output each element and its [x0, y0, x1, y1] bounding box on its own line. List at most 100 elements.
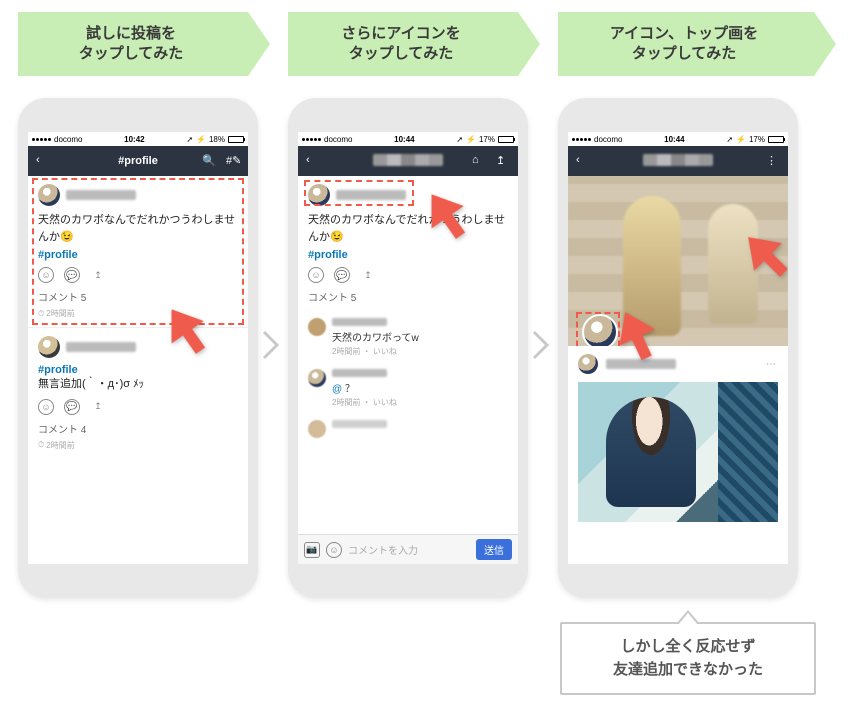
phone-1-screen: docomo 10:42 ➚ ⚡ 18% ‹ #profile 🔍 #✎: [28, 132, 248, 564]
comment-2[interactable]: @ ？ 2時間前 ・ いいね: [298, 363, 518, 414]
more-icon[interactable]: ⋯: [766, 359, 778, 370]
status-bar: docomo 10:44 ➚ ⚡ 17%: [568, 132, 788, 146]
step-3-line2: タップしてみた: [632, 45, 737, 62]
carrier-label: docomo: [54, 135, 82, 144]
profile-name-row: ⋯: [568, 346, 788, 382]
battery-pct: 17%: [479, 135, 495, 144]
send-button[interactable]: 送信: [476, 539, 512, 560]
share-icon[interactable]: ↥: [90, 399, 106, 415]
battery-icon: [768, 136, 784, 143]
signal-icon: [302, 138, 321, 141]
share-icon[interactable]: ↥: [360, 267, 376, 283]
status-bar: docomo 10:42 ➚ ⚡ 18%: [28, 132, 248, 146]
step-1-line1: 試しに投稿を: [86, 25, 176, 42]
chevron-next-2: [532, 330, 550, 360]
phone-2-screen: docomo 10:44 ➚ ⚡ 17% ‹ ⌂ ↥: [298, 132, 518, 564]
result-caption: しかし全く反応せず 友達追加できなかった: [560, 622, 816, 695]
clock-icon: ⏱: [38, 440, 44, 450]
comment-input[interactable]: コメントを入力: [348, 542, 470, 557]
compose-icon[interactable]: #✎: [226, 154, 240, 168]
more-icon[interactable]: ⋮: [766, 154, 780, 168]
post-image[interactable]: [578, 382, 778, 522]
avatar-small[interactable]: [578, 354, 598, 374]
clock: 10:44: [394, 135, 414, 144]
location-icon: ➚: [186, 135, 193, 144]
phone-1: docomo 10:42 ➚ ⚡ 18% ‹ #profile 🔍 #✎: [18, 98, 258, 598]
clock-icon: ⏱: [38, 309, 44, 319]
comment-count[interactable]: コメント 5: [308, 289, 508, 304]
avatar[interactable]: [308, 318, 326, 336]
comment-text: @ ？: [332, 380, 508, 395]
username-blur: [66, 342, 136, 352]
result-line2: 友達追加できなかった: [613, 661, 763, 678]
post-2[interactable]: #profile 無言追加(｀・д･)σ ﾒｯ ☺ 💬 ↥ コメント 4 ⏱ 2…: [28, 327, 248, 459]
carrier-label: docomo: [594, 135, 622, 144]
signal-icon: [572, 138, 591, 141]
avatar[interactable]: [308, 184, 330, 206]
bluetooth-icon: ⚡: [736, 135, 746, 144]
comment-icon[interactable]: 💬: [334, 267, 350, 283]
hashtag-link[interactable]: #profile: [308, 249, 508, 261]
clock: 10:42: [124, 135, 144, 144]
clock: 10:44: [664, 135, 684, 144]
camera-icon[interactable]: 📷: [304, 542, 320, 558]
search-icon[interactable]: 🔍: [202, 154, 216, 168]
battery-pct: 18%: [209, 135, 225, 144]
nav-title-blur: [620, 154, 736, 169]
comment-meta: 2時間前 ・ いいね: [332, 346, 508, 357]
avatar[interactable]: [38, 184, 60, 206]
username-blur: [332, 420, 387, 428]
status-bar: docomo 10:44 ➚ ⚡ 17%: [298, 132, 518, 146]
mention[interactable]: @: [332, 384, 342, 395]
carrier-label: docomo: [324, 135, 352, 144]
comment-1[interactable]: 天然のカワボってw 2時間前 ・ いいね: [298, 312, 518, 363]
comment-input-bar: 📷 ☺ コメントを入力 送信: [298, 534, 518, 564]
action-row: ☺ 💬 ↥: [308, 267, 508, 283]
smile-icon[interactable]: ☺: [38, 399, 54, 415]
hashtag-link[interactable]: #profile: [38, 249, 238, 261]
smile-icon[interactable]: ☺: [308, 267, 324, 283]
back-icon[interactable]: ‹: [306, 154, 320, 168]
step-1-line2: タップしてみた: [79, 45, 184, 62]
smile-icon[interactable]: ☺: [326, 542, 342, 558]
share-icon[interactable]: ↥: [496, 154, 510, 168]
avatar[interactable]: [38, 336, 60, 358]
avatar[interactable]: [308, 420, 326, 438]
bluetooth-icon: ⚡: [466, 135, 476, 144]
avatar[interactable]: [308, 369, 326, 387]
back-icon[interactable]: ‹: [576, 154, 590, 168]
result-line1: しかし全く反応せず: [620, 638, 755, 655]
home-icon[interactable]: ⌂: [472, 154, 486, 168]
battery-icon: [498, 136, 514, 143]
comment-count[interactable]: コメント 4: [38, 421, 238, 436]
nav-title-blur: [350, 154, 466, 169]
comment-meta: 2時間前 ・ いいね: [332, 397, 508, 408]
battery-icon: [228, 136, 244, 143]
emoji-wink: 😉: [60, 229, 74, 246]
step-2-line2: タップしてみた: [349, 45, 454, 62]
emoji-wink: 😉: [330, 229, 344, 246]
smile-icon[interactable]: ☺: [38, 267, 54, 283]
share-icon[interactable]: ↥: [90, 267, 106, 283]
post-1-text: 天然のカワボなんでだれかつうわしませんか😉: [38, 212, 238, 245]
post-1[interactable]: 天然のカワボなんでだれかつうわしませんか😉 #profile ☺ 💬 ↥ コメン…: [28, 176, 248, 327]
step-3-line1: アイコン、トップ画を: [610, 25, 758, 42]
comment-3-partial[interactable]: [298, 414, 518, 444]
back-icon[interactable]: ‹: [36, 154, 50, 168]
comment-icon[interactable]: 💬: [64, 267, 80, 283]
hashtag-link[interactable]: #profile: [38, 364, 238, 376]
location-icon: ➚: [456, 135, 463, 144]
comment-count[interactable]: コメント 5: [38, 289, 238, 304]
step-2-line1: さらにアイコンを: [341, 25, 460, 42]
username-blur: [332, 318, 387, 326]
nav-title: #profile: [80, 155, 196, 167]
username-blur: [66, 190, 136, 200]
action-row: ☺ 💬 ↥: [38, 267, 238, 283]
chevron-next-1: [262, 330, 280, 360]
comment-text: 天然のカワボってw: [332, 329, 508, 344]
phone-3-screen: docomo 10:44 ➚ ⚡ 17% ‹ ⋮: [568, 132, 788, 564]
comment-icon[interactable]: 💬: [64, 399, 80, 415]
phone-2: docomo 10:44 ➚ ⚡ 17% ‹ ⌂ ↥: [288, 98, 528, 598]
step-2-header: さらにアイコンを タップしてみた: [288, 12, 518, 76]
phone-3: docomo 10:44 ➚ ⚡ 17% ‹ ⋮: [558, 98, 798, 598]
